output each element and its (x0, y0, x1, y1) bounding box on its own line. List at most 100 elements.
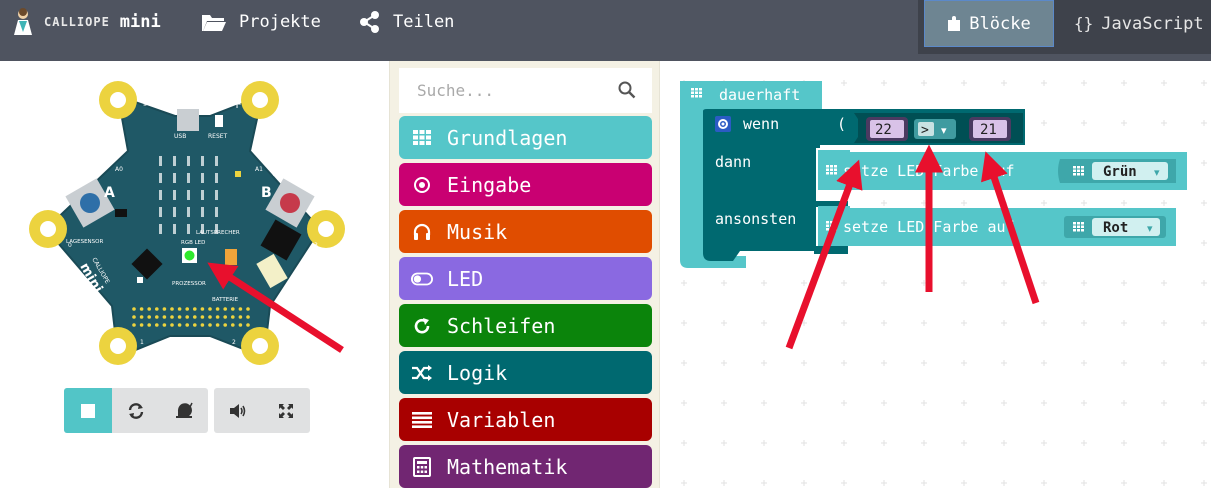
braces-icon: {} (1074, 14, 1094, 33)
category-grundlagen[interactable]: Grundlagen (399, 116, 652, 159)
gpio-pin (238, 315, 243, 319)
nav-projects-label: Projekte (239, 12, 321, 32)
puzzle-icon (948, 15, 961, 31)
category-mathematik-label: Mathematik (447, 454, 568, 479)
category-variablen[interactable]: Variablen (399, 398, 652, 441)
gpio-pin (155, 323, 159, 327)
grid-icon (826, 221, 837, 231)
grid-icon (826, 165, 837, 175)
share-icon (360, 11, 379, 33)
gpio-pin (132, 323, 136, 327)
blocks-workspace[interactable]: dauerhaft wenn dann ansonsten (22 > ▾ 2… (660, 61, 1211, 488)
gpio-pin (132, 307, 136, 311)
set-led-then-label: setze LED-Farbe auf (843, 162, 1015, 180)
stop-button[interactable] (64, 388, 112, 433)
label-rgb-led: RGB LED (181, 240, 205, 246)
gpio-pin (185, 315, 189, 319)
nav-share-label: Teilen (393, 12, 455, 32)
color-dropdown-then[interactable]: Grün ▾ (1058, 159, 1176, 183)
comparison-block[interactable]: 22 > ▾ 21 (854, 113, 1023, 143)
category-mathematik[interactable]: Mathematik (399, 445, 652, 488)
position-sensor-chip (115, 209, 127, 217)
calliope-board: - + USB RESET A0 A1 A B LAGESENSOR LAUTS… (29, 81, 345, 365)
speaker-icon (230, 403, 246, 418)
gpio-pin (208, 307, 212, 311)
if-label: wenn (743, 115, 779, 133)
category-led-label: LED (447, 266, 484, 291)
gpio-pin (231, 323, 235, 327)
label-pin-2: 2 (232, 339, 236, 346)
list-icon (412, 411, 432, 428)
left-operand-value: 22 (875, 122, 892, 138)
gpio-pin (162, 307, 167, 311)
gpio-pin (215, 323, 220, 327)
label-batterie: BATTERIE (212, 297, 239, 303)
mute-button[interactable] (214, 388, 262, 433)
gpio-pin (223, 315, 227, 319)
category-musik[interactable]: Musik (399, 210, 652, 253)
fullscreen-icon (279, 403, 293, 418)
chevron-down-icon: ▾ (1154, 166, 1160, 179)
set-led-color-else-block[interactable]: setze LED-Farbe auf Rot ▾ (818, 206, 1176, 246)
slow-motion-button[interactable] (160, 388, 208, 433)
category-schleifen[interactable]: Schleifen (399, 304, 652, 347)
gpio-pin (139, 315, 144, 319)
chevron-down-icon: ▾ (941, 124, 947, 137)
category-led[interactable]: LED (399, 257, 652, 300)
gpio-pin (193, 323, 197, 327)
category-eingabe[interactable]: Eingabe (399, 163, 652, 206)
right-operand[interactable]: 21 (969, 117, 1011, 141)
tab-javascript-label: JavaScript (1101, 13, 1204, 34)
gpio-pin (139, 323, 144, 327)
set-led-color-then-block[interactable]: setze LED-Farbe auf Grün ▾ (818, 150, 1187, 190)
label-pin-1: 1 (140, 339, 144, 346)
label-button-a: A (104, 185, 115, 201)
gpio-pin (200, 315, 205, 319)
else-color-value: Rot (1103, 220, 1128, 236)
category-logik[interactable]: Logik (399, 351, 652, 394)
loop-icon (414, 317, 430, 333)
gear-icon[interactable] (715, 116, 731, 132)
headphones-icon (413, 223, 431, 240)
gpio-pin (238, 323, 243, 327)
restart-button[interactable] (112, 388, 160, 433)
stop-icon (81, 403, 95, 418)
nav-share[interactable]: Teilen (359, 6, 454, 38)
operator-dropdown[interactable]: > ▾ (914, 119, 956, 139)
tab-javascript[interactable]: {} JavaScript (1060, 0, 1211, 47)
gpio-pin (215, 315, 220, 319)
brand-name: CALLIOPE (44, 15, 110, 29)
left-operand[interactable]: 22 (866, 117, 908, 141)
search-input[interactable] (417, 81, 607, 100)
gpio-pin (193, 307, 197, 311)
reset-button[interactable] (215, 115, 223, 127)
gpio-pin (215, 307, 220, 311)
gpio-pin (208, 315, 212, 319)
grid-icon (1073, 222, 1084, 232)
processor-marker (137, 277, 143, 283)
category-musik-label: Musik (447, 219, 508, 244)
label-pin-3: 3 (314, 242, 318, 249)
gpio-pin (223, 307, 227, 311)
category-variablen-label: Variablen (447, 407, 556, 432)
toggle-icon (411, 272, 433, 285)
tab-blocks[interactable]: Blöcke (924, 0, 1054, 47)
color-dropdown-else[interactable]: Rot ▾ (1064, 216, 1166, 238)
paren-open: ( (837, 115, 846, 133)
gpio-pin (177, 315, 182, 319)
search-icon[interactable] (618, 81, 636, 99)
shuffle-icon (412, 364, 432, 381)
simulator-view-controls (214, 388, 310, 433)
category-schleifen-label: Schleifen (447, 313, 556, 338)
snail-icon (176, 402, 193, 418)
nav-projects[interactable]: Projekte (201, 6, 321, 38)
radio-target-icon (414, 176, 430, 193)
gpio-pin (155, 315, 159, 319)
label-plus: + (232, 97, 242, 111)
gpio-pin (246, 307, 250, 311)
brand-logo[interactable]: CALLIOPE mini (10, 6, 161, 38)
fullscreen-button[interactable] (262, 388, 310, 433)
gpio-pin (185, 323, 189, 327)
calliope-logo-icon (14, 8, 32, 35)
top-bar: CALLIOPE mini Projekte Teilen Blöcke {} … (0, 0, 1211, 61)
